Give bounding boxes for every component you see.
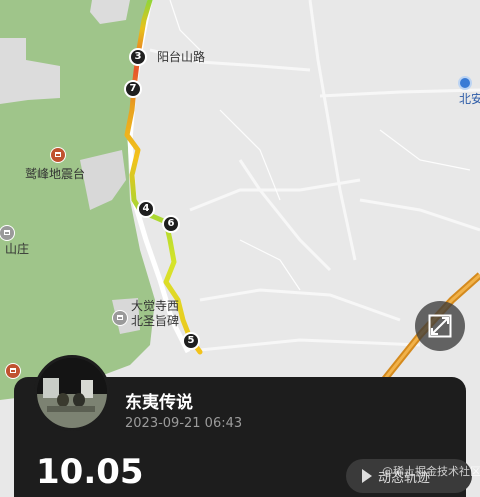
activity-timestamp: 2023-09-21 06:43 [125, 416, 243, 431]
km-marker: 4 [137, 200, 155, 218]
place-label-beian: 北安 [459, 92, 480, 106]
expand-map-button[interactable] [415, 301, 465, 351]
km-marker: 6 [162, 215, 180, 233]
landmark-icon [6, 364, 20, 378]
place-label-shanzhuang: 山庄 [5, 242, 30, 256]
distance-value: 10.05 [36, 452, 144, 492]
expand-map-icon [428, 314, 452, 338]
km-marker: 3 [129, 48, 147, 66]
place-label-temple-line2: 北圣旨碑 [131, 314, 180, 328]
avatar-photo [37, 358, 107, 428]
landmark-icon [51, 148, 65, 162]
landmark-icon [113, 311, 127, 325]
road-label: 阳台山路 [157, 50, 206, 64]
watermark: @稀土掘金技术社区 [382, 465, 480, 478]
place-label-temple-line1: 大觉寺西 [131, 299, 180, 313]
route-endpoint-icon [458, 76, 472, 90]
user-name: 东夷传说 [125, 393, 193, 413]
play-icon [362, 469, 372, 483]
avatar[interactable] [34, 355, 110, 431]
place-label-seismic-station: 鹫峰地震台 [25, 167, 86, 181]
landmark-icon [0, 226, 14, 240]
km-marker: 7 [124, 80, 142, 98]
km-marker: 5 [182, 332, 200, 350]
